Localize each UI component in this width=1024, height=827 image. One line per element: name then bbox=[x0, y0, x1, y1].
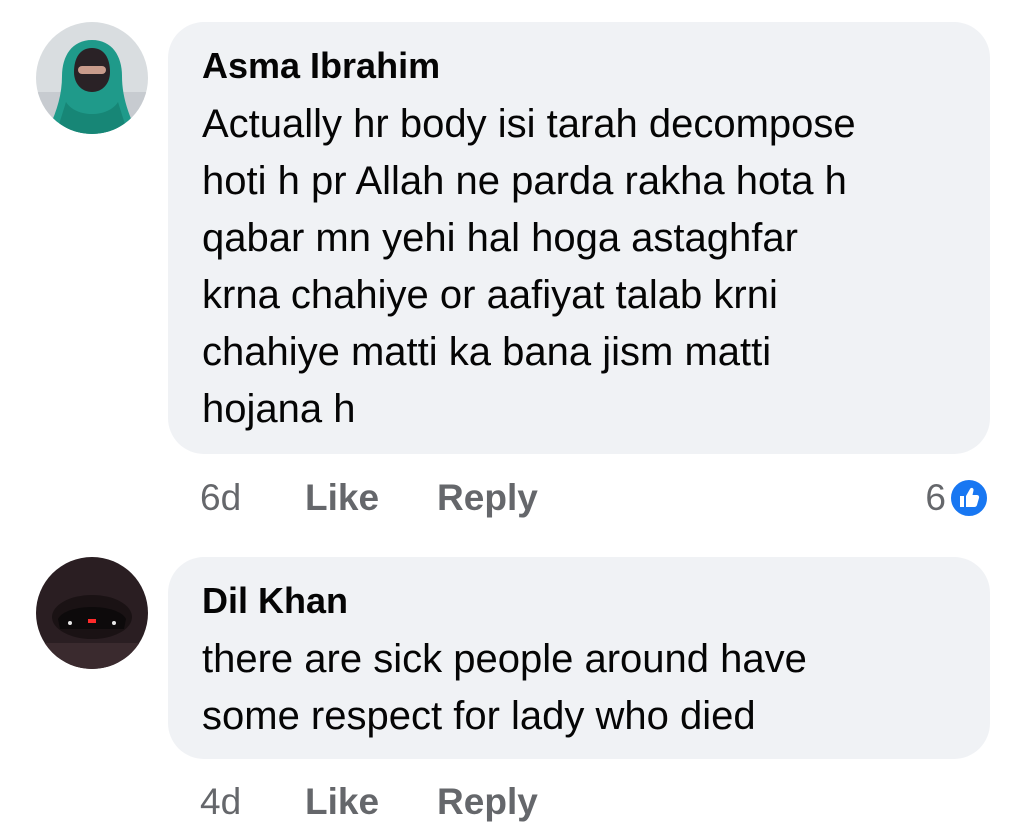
comment-line: hoti h pr Allah ne parda rakha hota h bbox=[202, 159, 847, 203]
comment-line: hojana h bbox=[202, 387, 356, 431]
avatar[interactable] bbox=[36, 557, 148, 669]
reaction-summary[interactable]: 6 bbox=[925, 473, 990, 523]
comment-author[interactable]: Dil Khan bbox=[202, 579, 956, 623]
comment-line: Actually hr body isi tarah decompose bbox=[202, 102, 856, 146]
like-button[interactable]: Like bbox=[305, 477, 379, 519]
comment-bubble: Asma Ibrahim Actually hr body isi tarah … bbox=[168, 22, 990, 454]
avatar-image bbox=[36, 557, 148, 669]
comment-author[interactable]: Asma Ibrahim bbox=[202, 44, 956, 88]
comment-actions: 4d Like Reply bbox=[200, 777, 596, 827]
comment-text: there are sick people around have some r… bbox=[202, 631, 956, 745]
comment-text: Actually hr body isi tarah decompose hot… bbox=[202, 96, 956, 438]
comment-bubble: Dil Khan there are sick people around ha… bbox=[168, 557, 990, 759]
reply-button[interactable]: Reply bbox=[437, 781, 538, 823]
thumbs-up-icon bbox=[948, 477, 990, 519]
like-button[interactable]: Like bbox=[305, 781, 379, 823]
comment-line: krna chahiye or aafiyat talab krni bbox=[202, 273, 778, 317]
reply-button[interactable]: Reply bbox=[437, 477, 538, 519]
comment-line: chahiye matti ka bana jism matti bbox=[202, 330, 772, 374]
comment-line: some respect for lady who died bbox=[202, 694, 756, 738]
reaction-count: 6 bbox=[925, 477, 946, 518]
comment-line: there are sick people around have bbox=[202, 637, 807, 681]
comment-actions: 6d Like Reply bbox=[200, 473, 596, 523]
comment-line: qabar mn yehi hal hoga astaghfar bbox=[202, 216, 798, 260]
avatar[interactable] bbox=[36, 22, 148, 134]
comment-timestamp[interactable]: 4d bbox=[200, 781, 305, 823]
avatar-image bbox=[36, 22, 148, 134]
comment-timestamp[interactable]: 6d bbox=[200, 477, 305, 519]
